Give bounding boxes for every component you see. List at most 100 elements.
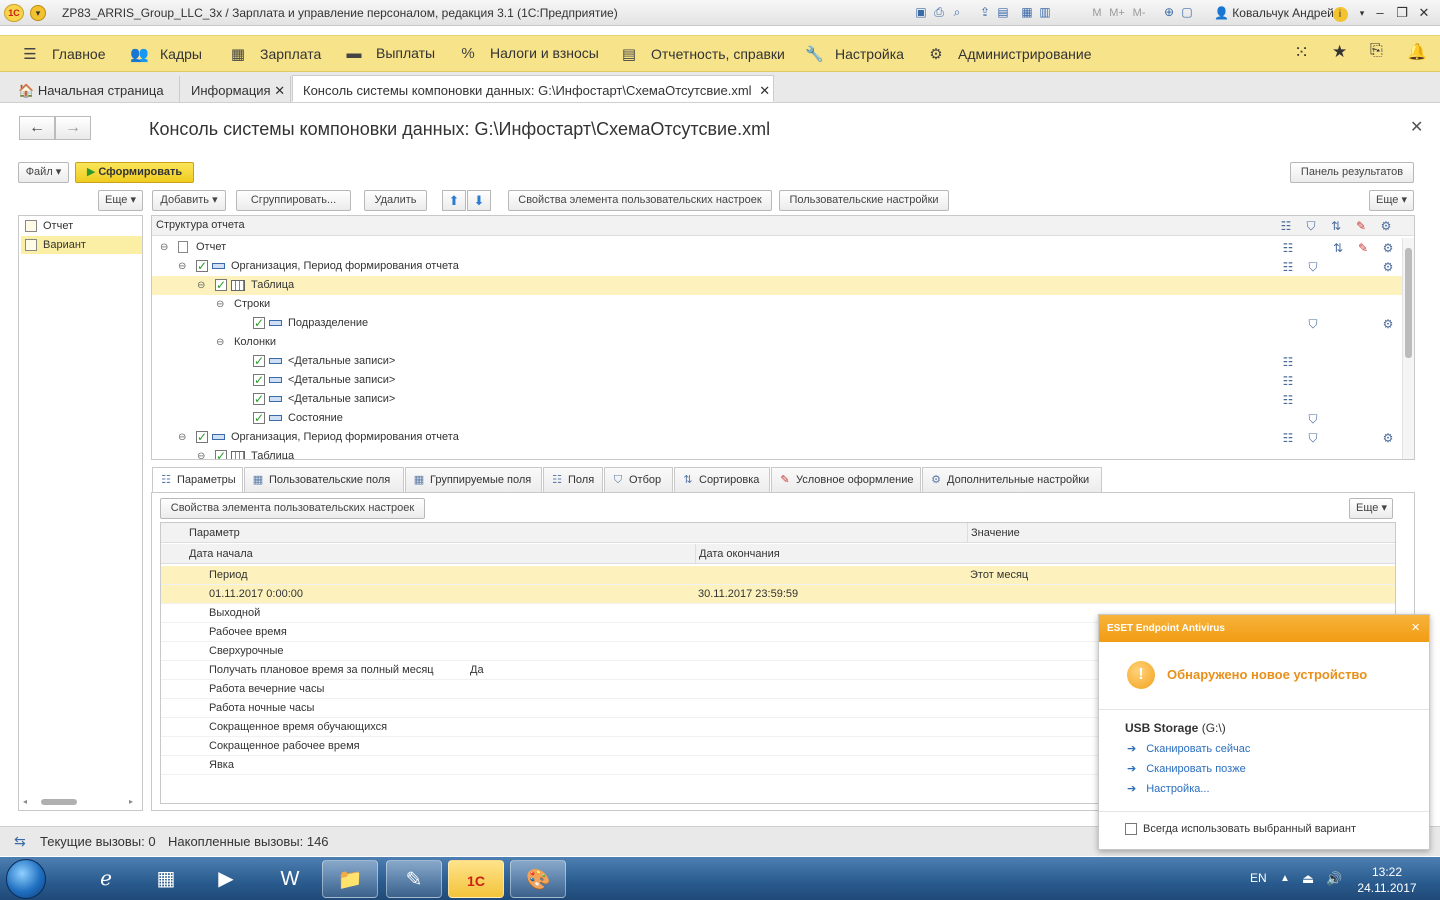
- tree-row[interactable]: ⊖ Колонки: [152, 333, 1402, 352]
- tab-extra-settings[interactable]: ⚙ Дополнительные настройки: [922, 467, 1102, 492]
- restore-icon[interactable]: ❐: [1392, 4, 1412, 22]
- add-button[interactable]: Добавить ▾: [152, 190, 226, 211]
- move-up-icon[interactable]: ⬆: [442, 190, 466, 211]
- collapse-icon[interactable]: ⊖: [160, 238, 170, 257]
- tab-grouped-fields[interactable]: ▦ Группируемые поля: [405, 467, 542, 492]
- element-properties-button[interactable]: Свойства элемента пользовательских настр…: [160, 498, 425, 519]
- collapse-icon[interactable]: ⊖: [197, 276, 207, 295]
- period-end-value[interactable]: 30.11.2017 23:59:59: [698, 585, 798, 604]
- tree-checkbox[interactable]: [253, 314, 265, 333]
- collapse-icon[interactable]: ⊖: [216, 333, 226, 352]
- scroll-left-icon[interactable]: ◂: [23, 797, 27, 806]
- menu-item-personnel[interactable]: 👥 Кадры: [130, 45, 202, 63]
- group-button[interactable]: Сгруппировать...: [236, 190, 351, 211]
- paint-icon[interactable]: 🎨: [510, 860, 566, 898]
- panel-icon[interactable]: ▢: [1178, 5, 1196, 19]
- eset-close-icon[interactable]: ✕: [1411, 615, 1420, 642]
- delete-button[interactable]: Удалить: [364, 190, 427, 211]
- memory-minus-button[interactable]: M-: [1128, 7, 1150, 19]
- forward-arrow-icon[interactable]: →: [55, 116, 91, 140]
- table-row[interactable]: 01.11.2017 0:00:00 30.11.2017 23:59:59: [161, 585, 1395, 604]
- tree-checkbox[interactable]: [196, 428, 208, 447]
- calls-icon[interactable]: ⇆: [14, 833, 26, 850]
- collapse-icon[interactable]: ⊖: [216, 295, 226, 314]
- tree-checkbox[interactable]: [253, 390, 265, 409]
- filter-icon[interactable]: ⛉: [1303, 219, 1319, 233]
- tab-close-icon[interactable]: ✕: [274, 83, 285, 98]
- tree-row[interactable]: ⊖ Организация, Период формирования отчета…: [152, 257, 1402, 276]
- tree-row[interactable]: <Детальные записи> ☷: [152, 371, 1402, 390]
- tree-row[interactable]: ⊖ Организация, Период формирования отчета…: [152, 428, 1402, 447]
- horizontal-scrollbar[interactable]: [41, 799, 77, 805]
- tab-close-icon[interactable]: ✕: [759, 83, 770, 98]
- volume-icon[interactable]: 🔊: [1326, 871, 1342, 887]
- form-close-icon[interactable]: ✕: [1410, 117, 1423, 137]
- usb-device-icon[interactable]: ⏏: [1302, 871, 1314, 887]
- more-params-button[interactable]: Еще ▾: [1349, 498, 1393, 519]
- user-name[interactable]: 👤 Ковальчук Андрей: [1214, 6, 1334, 20]
- menu-item-salary[interactable]: ▦ Зарплата: [230, 45, 321, 63]
- app-logo[interactable]: 1С: [4, 4, 24, 22]
- menu-item-main[interactable]: ☰ Главное: [22, 45, 105, 63]
- more-left-button[interactable]: Еще ▾: [98, 190, 143, 211]
- tree-row[interactable]: Состояние ⛉: [152, 409, 1402, 428]
- user-settings-button[interactable]: Пользовательские настройки: [779, 190, 949, 211]
- scrollbar-thumb[interactable]: [1405, 248, 1412, 358]
- minimize-icon[interactable]: –: [1370, 4, 1390, 22]
- list-item-variant[interactable]: Вариант: [21, 236, 142, 254]
- checkbox[interactable]: [1125, 823, 1137, 836]
- vertical-scrollbar[interactable]: [1402, 238, 1414, 459]
- period-start-value[interactable]: 01.11.2017 0:00:00: [209, 585, 303, 604]
- notification-bell-icon[interactable]: 🔔: [1407, 42, 1427, 62]
- tab-user-fields[interactable]: ▦ Пользовательские поля: [244, 467, 404, 492]
- settings-link[interactable]: ➔ Настройка...: [1127, 782, 1210, 795]
- generate-button[interactable]: ▶ Сформировать: [75, 162, 194, 183]
- collapse-icon[interactable]: ⊖: [178, 257, 188, 276]
- sort-icon[interactable]: ⇅: [1328, 219, 1344, 233]
- doc-icon[interactable]: ▤: [994, 5, 1012, 19]
- language-indicator[interactable]: EN: [1250, 871, 1267, 885]
- tree-checkbox[interactable]: [215, 447, 227, 459]
- move-down-icon[interactable]: ⬇: [467, 190, 491, 211]
- always-use-checkbox[interactable]: Всегда использовать выбранный вариант: [1125, 823, 1356, 836]
- menu-item-admin[interactable]: ⚙ Администрирование: [928, 45, 1091, 63]
- media-player-icon[interactable]: ▶: [198, 860, 254, 898]
- param-value[interactable]: Этот месяц: [970, 566, 1028, 585]
- collapse-icon[interactable]: ⊖: [197, 447, 207, 459]
- history-icon[interactable]: ⎘: [1370, 42, 1383, 60]
- tab-home[interactable]: 🏠 Начальная страница: [8, 76, 180, 103]
- tree-row[interactable]: <Детальные записи> ☷: [152, 390, 1402, 409]
- print-icon[interactable]: ⎙: [930, 5, 948, 20]
- tab-conditional-format[interactable]: ✎ Условное оформление: [771, 467, 921, 492]
- tab-filter[interactable]: ⛉ Отбор: [604, 467, 673, 492]
- menu-item-taxes[interactable]: % Налоги и взносы: [460, 45, 599, 62]
- tree-checkbox[interactable]: [215, 276, 227, 295]
- table-row[interactable]: Период Этот месяц: [161, 566, 1395, 585]
- upload-icon[interactable]: ⇪: [976, 5, 994, 19]
- fields-icon[interactable]: ☷: [1278, 219, 1294, 233]
- element-properties-button[interactable]: Свойства элемента пользовательских настр…: [508, 190, 772, 211]
- menu-item-payments[interactable]: ▬ Выплаты: [346, 45, 436, 62]
- tree-row-selected[interactable]: ⊖ Таблица: [152, 276, 1402, 295]
- calendar-icon[interactable]: ▥: [1036, 5, 1054, 19]
- close-icon[interactable]: ✕: [1414, 4, 1434, 22]
- tree-checkbox[interactable]: [253, 352, 265, 371]
- conditional-format-icon[interactable]: ✎: [1353, 219, 1369, 233]
- dropdown-icon[interactable]: ▾: [1352, 4, 1372, 22]
- collapse-icon[interactable]: ⊖: [178, 428, 188, 447]
- tab-console[interactable]: Консоль системы компоновки данных: G:\Ин…: [292, 75, 774, 102]
- tree-checkbox[interactable]: [253, 409, 265, 428]
- favorites-star-icon[interactable]: ★: [1332, 42, 1347, 62]
- memory-plus-button[interactable]: M+: [1106, 7, 1128, 19]
- apps-grid-icon[interactable]: ⁙: [1294, 42, 1309, 63]
- table-icon[interactable]: ▦: [1018, 5, 1036, 19]
- scan-later-link[interactable]: ➔ Сканировать позже: [1127, 762, 1246, 775]
- tray-clock[interactable]: 13:22 24.11.2017: [1350, 864, 1424, 896]
- tree-checkbox[interactable]: [196, 257, 208, 276]
- save-icon[interactable]: ▣: [912, 5, 930, 19]
- extra-settings-icon[interactable]: ⚙: [1378, 219, 1394, 233]
- list-item-report[interactable]: Отчет: [21, 217, 142, 235]
- param-value[interactable]: Да: [470, 661, 484, 680]
- back-arrow-icon[interactable]: ←: [19, 116, 55, 140]
- tray-expand-icon[interactable]: ▲: [1280, 873, 1290, 884]
